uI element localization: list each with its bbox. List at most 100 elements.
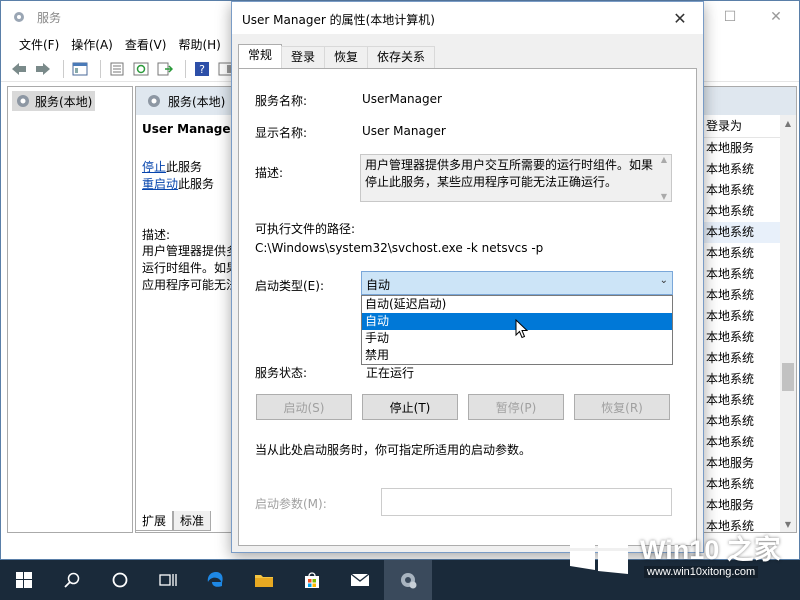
service-name-value: UserManager xyxy=(362,92,442,106)
logon-as-cell[interactable]: 本地系统 xyxy=(696,264,780,285)
description-textbox[interactable]: 用户管理器提供多用户交互所需要的运行时组件。如果停止此服务，某些应用程序可能无法… xyxy=(360,154,672,202)
tab-recovery[interactable]: 恢复 xyxy=(324,46,369,68)
scroll-thumb[interactable] xyxy=(782,363,794,391)
restart-service-link[interactable]: 重启动 xyxy=(142,177,178,191)
close-button[interactable]: ✕ xyxy=(753,1,799,33)
forward-button[interactable] xyxy=(33,59,53,79)
menu-help[interactable]: 帮助(H) xyxy=(172,33,226,55)
properties-icon xyxy=(110,62,124,75)
file-explorer-button[interactable] xyxy=(240,560,288,600)
services-title: 服务 xyxy=(37,11,62,25)
description-line: 用户管理器提供多 xyxy=(142,244,234,258)
tab-logon[interactable]: 登录 xyxy=(281,46,326,68)
mail-envelope-icon xyxy=(350,573,370,586)
startup-type-combobox[interactable]: 自动 ⌄ xyxy=(361,271,673,295)
properties-dialog: User Manager 的属性(本地计算机) ✕ 常规 登录 恢复 依存关系 … xyxy=(231,1,704,553)
help-button[interactable]: ? xyxy=(192,59,212,79)
display-name-value: User Manager xyxy=(362,124,446,138)
startup-option-auto-delayed[interactable]: 自动(延迟启动) xyxy=(362,296,672,313)
logon-as-header[interactable]: 登录为 xyxy=(696,115,780,138)
start-button[interactable]: 启动(S) xyxy=(256,394,352,420)
maximize-button[interactable]: ☐ xyxy=(707,1,753,33)
help-icon: ? xyxy=(195,61,209,76)
logon-as-cell[interactable]: 本地系统 xyxy=(696,159,780,180)
edge-button[interactable] xyxy=(192,560,240,600)
stop-service-suffix: 此服务 xyxy=(166,160,203,174)
search-button[interactable] xyxy=(48,560,96,600)
menu-action[interactable]: 操作(A) xyxy=(65,33,119,55)
logon-as-cell[interactable]: 本地服务 xyxy=(696,495,780,516)
selected-service-name: User Manager xyxy=(142,122,237,136)
watermark: Win10 之家 www.win10xitong.com xyxy=(566,521,800,583)
logon-as-cell[interactable]: 本地系统 xyxy=(696,411,780,432)
menu-view[interactable]: 查看(V) xyxy=(119,33,173,55)
tab-extended[interactable]: 扩展 xyxy=(135,511,174,531)
scroll-down-icon[interactable]: ▼ xyxy=(661,192,667,201)
maximize-icon: ☐ xyxy=(723,9,737,25)
dialog-titlebar[interactable]: User Manager 的属性(本地计算机) ✕ xyxy=(232,2,703,34)
logon-as-cell[interactable]: 本地系统 xyxy=(696,432,780,453)
export-list-button[interactable] xyxy=(155,59,175,79)
logon-as-cell[interactable]: 本地系统 xyxy=(696,348,780,369)
tab-dependencies[interactable]: 依存关系 xyxy=(367,46,436,68)
menu-file[interactable]: 文件(F) xyxy=(13,33,65,55)
start-params-label: 启动参数(M): xyxy=(255,497,327,511)
startup-option-disabled[interactable]: 禁用 xyxy=(362,347,672,364)
watermark-brand: Win10 之家 xyxy=(640,535,781,565)
details-header-label: 服务(本地) xyxy=(168,94,226,109)
properties-button[interactable] xyxy=(107,59,127,79)
vertical-scrollbar[interactable]: ▲ ▼ xyxy=(780,115,796,532)
start-button[interactable] xyxy=(0,560,48,600)
task-view-button[interactable] xyxy=(144,560,192,600)
logon-as-cell[interactable]: 本地系统 xyxy=(696,306,780,327)
services-taskbar-button[interactable] xyxy=(384,560,432,600)
logon-as-cell[interactable]: 本地服务 xyxy=(696,453,780,474)
scroll-up-icon[interactable]: ▲ xyxy=(661,155,667,164)
chevron-down-icon: ⌄ xyxy=(659,275,668,286)
tree-item-services-local[interactable]: 服务(本地) xyxy=(12,91,96,111)
services-gear-icon xyxy=(17,95,29,107)
logon-as-cell[interactable]: 本地服务 xyxy=(696,138,780,159)
folder-icon xyxy=(255,575,273,587)
tab-general[interactable]: 常规 xyxy=(238,44,283,68)
service-state-value: 正在运行 xyxy=(366,366,415,380)
console-tree-button[interactable] xyxy=(70,59,90,79)
mail-button[interactable] xyxy=(336,560,384,600)
startup-type-value: 自动 xyxy=(366,278,391,292)
pause-button[interactable]: 暂停(P) xyxy=(468,394,564,420)
console-tree-pane: 服务(本地) xyxy=(7,86,133,533)
close-icon: ✕ xyxy=(673,8,687,28)
stop-button[interactable]: 停止(T) xyxy=(362,394,458,420)
store-bag-icon xyxy=(305,572,319,588)
search-icon xyxy=(64,572,80,588)
logon-as-cell[interactable]: 本地系统 xyxy=(696,285,780,306)
description-line: 运行时组件。如果 xyxy=(142,261,234,275)
windows-logo-icon xyxy=(16,572,32,588)
resume-button[interactable]: 恢复(R) xyxy=(574,394,670,420)
logon-as-cell[interactable]: 本地系统 xyxy=(696,390,780,411)
logon-as-cell[interactable]: 本地系统 xyxy=(696,327,780,348)
tab-standard[interactable]: 标准 xyxy=(173,511,212,531)
logon-as-cell[interactable]: 本地系统 xyxy=(696,243,780,264)
logon-as-cell[interactable]: 本地系统 xyxy=(696,369,780,390)
description-scrollbar[interactable]: ▲ ▼ xyxy=(657,155,671,201)
edge-browser-icon xyxy=(207,572,223,587)
description-text: 用户管理器提供多 运行时组件。如果 应用程序可能无法 xyxy=(142,243,234,294)
store-button[interactable] xyxy=(288,560,336,600)
scroll-up-icon[interactable]: ▲ xyxy=(780,115,796,131)
refresh-icon xyxy=(133,62,149,75)
logon-as-cell[interactable]: 本地系统 xyxy=(696,474,780,495)
back-button[interactable] xyxy=(9,59,29,79)
service-name-label: 服务名称: xyxy=(255,94,308,108)
display-name-label: 显示名称: xyxy=(255,126,308,140)
logon-as-cell[interactable]: 本地系统 xyxy=(696,180,780,201)
refresh-button[interactable] xyxy=(131,59,151,79)
cortana-button[interactable] xyxy=(96,560,144,600)
start-params-input[interactable] xyxy=(381,488,672,516)
path-value: C:\Windows\system32\svchost.exe -k netsv… xyxy=(255,241,544,255)
toolbar-separator xyxy=(185,59,186,78)
logon-as-cell[interactable]: 本地系统 xyxy=(696,222,780,243)
stop-service-link[interactable]: 停止 xyxy=(142,160,166,174)
dialog-close-button[interactable]: ✕ xyxy=(657,2,703,34)
logon-as-cell[interactable]: 本地系统 xyxy=(696,201,780,222)
